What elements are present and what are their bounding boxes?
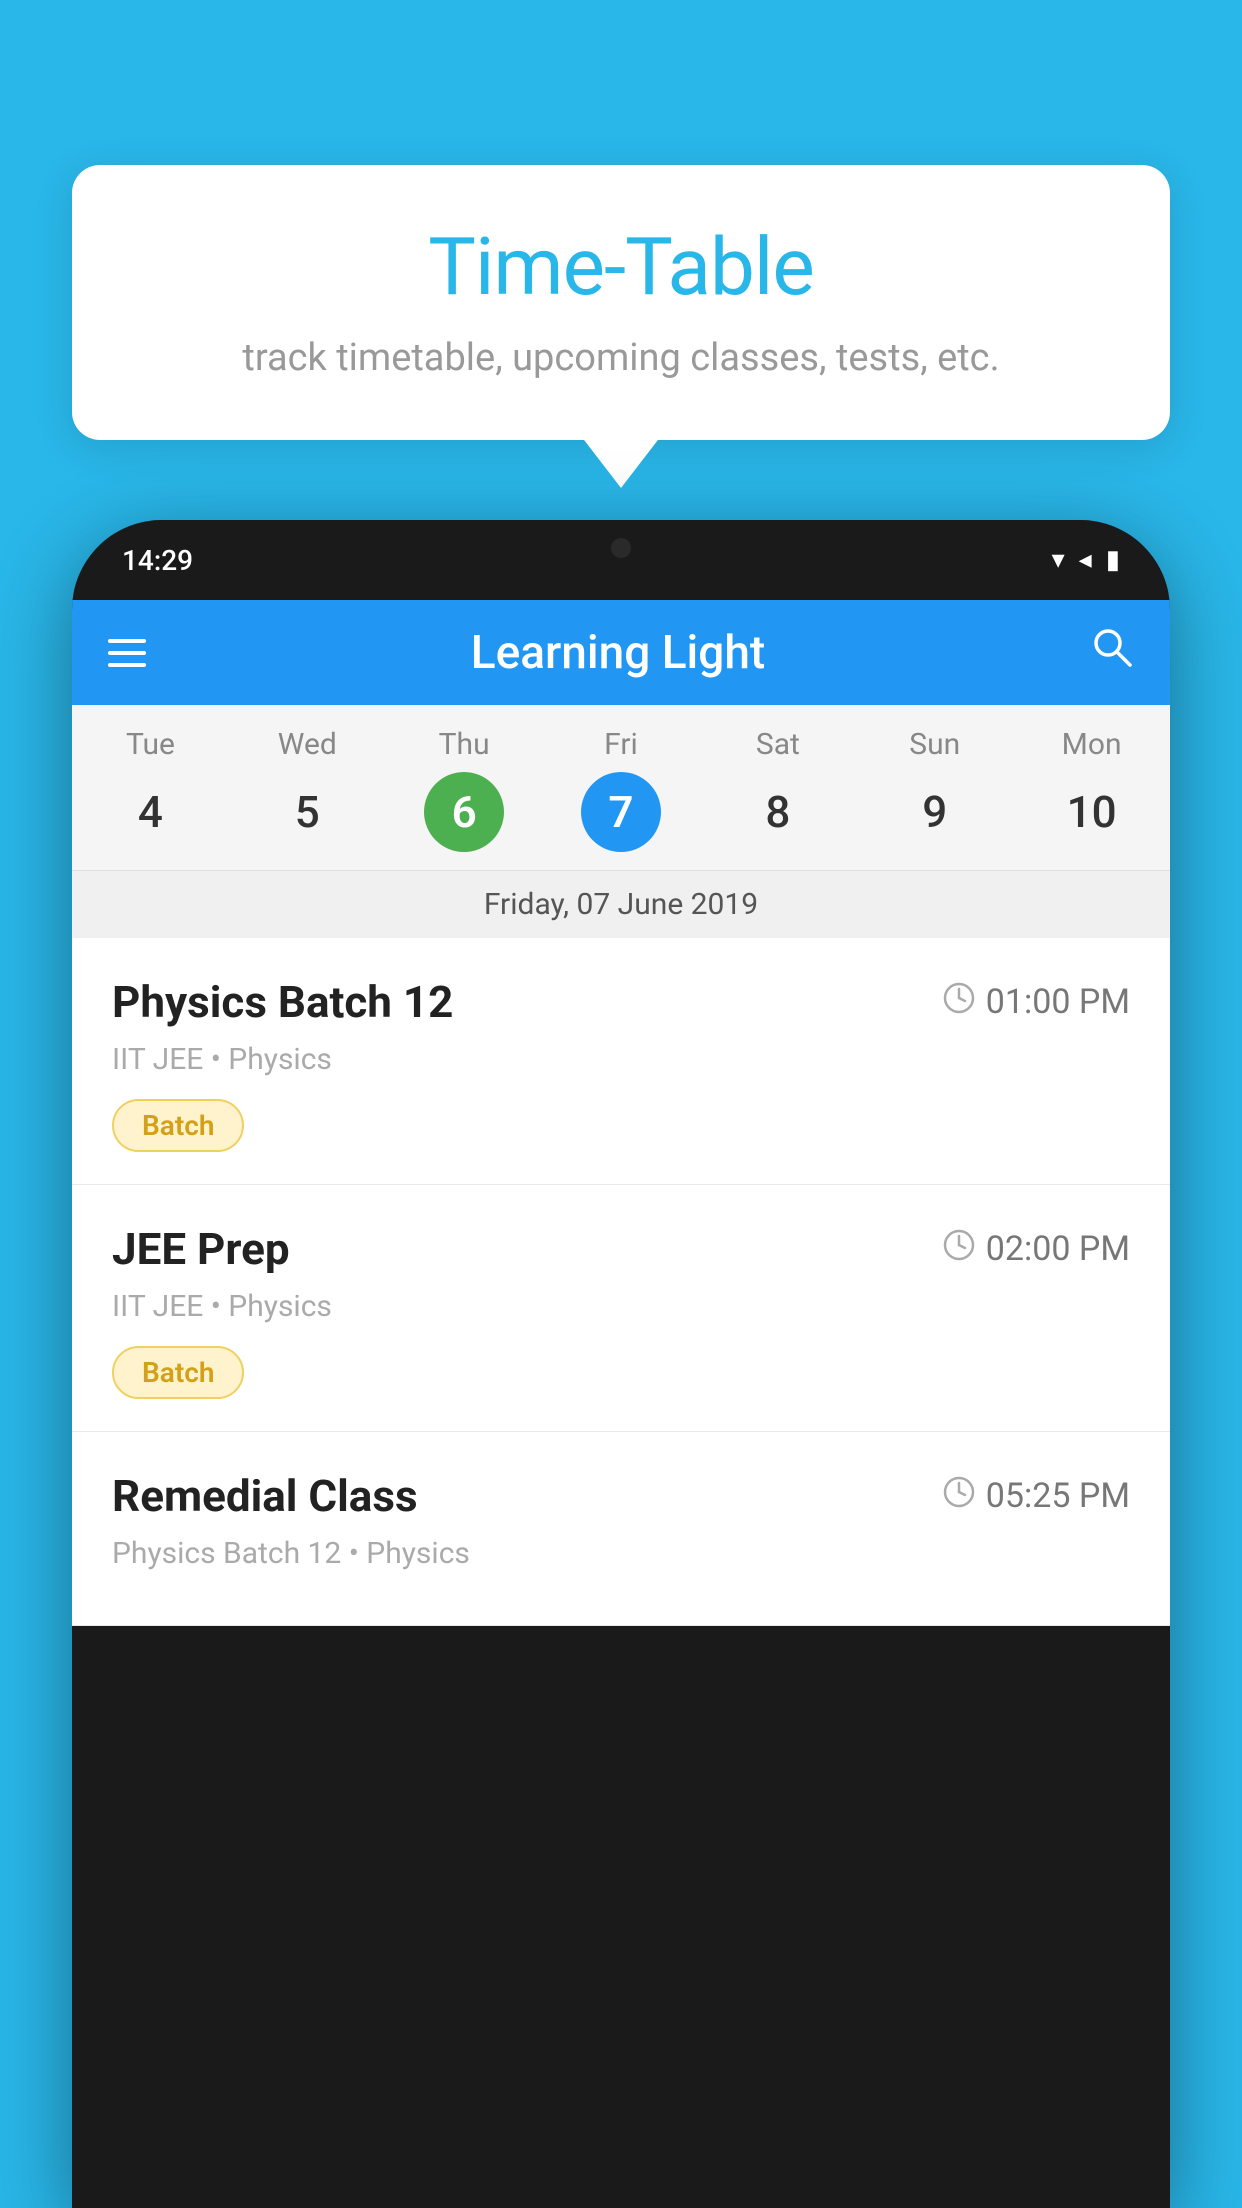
camera-dot [611, 538, 631, 558]
battery-icon: ▮ [1106, 545, 1120, 575]
weekday-wed[interactable]: Wed [229, 727, 386, 762]
status-icons: ▾ ◂ ▮ [1052, 545, 1120, 575]
schedule-item-1[interactable]: Physics Batch 12 01:00 PM IIT JEE • Phys… [72, 938, 1170, 1185]
schedule-item-2-header: JEE Prep 02:00 PM [112, 1223, 1130, 1275]
weekday-fri[interactable]: Fri [543, 727, 700, 762]
schedule-item-1-header: Physics Batch 12 01:00 PM [112, 976, 1130, 1028]
schedule-item-1-title: Physics Batch 12 [112, 976, 453, 1028]
date-5[interactable]: 5 [229, 790, 386, 834]
batch-badge-2: Batch [112, 1346, 244, 1399]
today-circle: 6 [424, 772, 504, 852]
dates-row: 4 5 6 7 8 9 10 [72, 768, 1170, 870]
date-8[interactable]: 8 [699, 790, 856, 834]
tooltip-subtitle: track timetable, upcoming classes, tests… [132, 336, 1110, 380]
search-icon[interactable] [1090, 625, 1134, 681]
weekday-thu[interactable]: Thu [386, 727, 543, 762]
phone-frame: 14:29 ▾ ◂ ▮ Learning Light Tue Wed [72, 520, 1170, 2208]
weekday-sun[interactable]: Sun [856, 727, 1013, 762]
signal-icon: ◂ [1079, 545, 1092, 575]
calendar-week: Tue Wed Thu Fri Sat Sun Mon 4 5 6 7 8 9 … [72, 705, 1170, 938]
wifi-icon: ▾ [1052, 545, 1065, 575]
schedule-list: Physics Batch 12 01:00 PM IIT JEE • Phys… [72, 938, 1170, 1626]
schedule-item-3-header: Remedial Class 05:25 PM [112, 1470, 1130, 1522]
schedule-item-3-title: Remedial Class [112, 1470, 418, 1522]
toolbar-title: Learning Light [182, 626, 1054, 680]
date-4[interactable]: 4 [72, 790, 229, 834]
batch-badge-1: Batch [112, 1099, 244, 1152]
tooltip-card: Time-Table track timetable, upcoming cla… [72, 165, 1170, 440]
schedule-item-3[interactable]: Remedial Class 05:25 PM Physics Batch 12… [72, 1432, 1170, 1626]
schedule-item-3-time: 05:25 PM [942, 1475, 1130, 1517]
schedule-item-2-meta: IIT JEE • Physics [112, 1289, 1130, 1324]
notch [541, 520, 701, 575]
weekday-mon[interactable]: Mon [1013, 727, 1170, 762]
weekday-tue[interactable]: Tue [72, 727, 229, 762]
selected-circle: 7 [581, 772, 661, 852]
selected-date-label: Friday, 07 June 2019 [72, 870, 1170, 938]
schedule-item-2[interactable]: JEE Prep 02:00 PM IIT JEE • Physics Batc… [72, 1185, 1170, 1432]
date-10[interactable]: 10 [1013, 790, 1170, 834]
schedule-item-2-title: JEE Prep [112, 1223, 290, 1275]
weekdays-row: Tue Wed Thu Fri Sat Sun Mon [72, 705, 1170, 768]
schedule-item-1-meta: IIT JEE • Physics [112, 1042, 1130, 1077]
clock-icon-2 [942, 1228, 976, 1270]
app-toolbar: Learning Light [72, 600, 1170, 705]
schedule-item-2-time: 02:00 PM [942, 1228, 1130, 1270]
clock-icon-1 [942, 981, 976, 1023]
status-time: 14:29 [122, 544, 193, 577]
hamburger-menu-icon[interactable] [108, 639, 146, 667]
schedule-item-3-meta: Physics Batch 12 • Physics [112, 1536, 1130, 1571]
schedule-item-1-time: 01:00 PM [942, 981, 1130, 1023]
date-6-today[interactable]: 6 [386, 772, 543, 852]
clock-icon-3 [942, 1475, 976, 1517]
tooltip-title: Time-Table [132, 220, 1110, 314]
date-9[interactable]: 9 [856, 790, 1013, 834]
status-bar: 14:29 ▾ ◂ ▮ [72, 520, 1170, 600]
weekday-sat[interactable]: Sat [699, 727, 856, 762]
date-7-selected[interactable]: 7 [543, 772, 700, 852]
